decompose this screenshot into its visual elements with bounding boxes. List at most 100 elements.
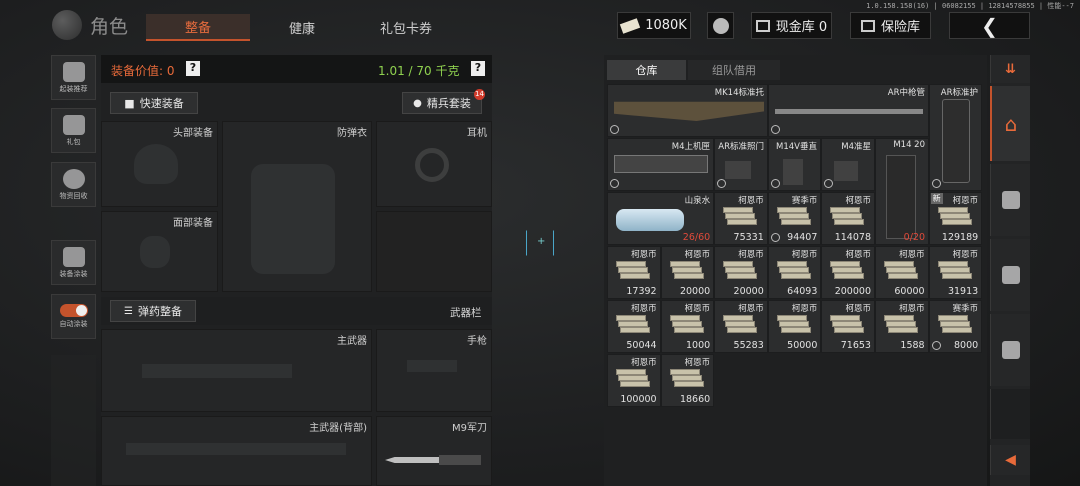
avatar-button[interactable] [707,12,734,39]
box-icon [1001,266,1020,284]
banknote-icon [669,369,706,393]
warehouse-item[interactable]: M14V垂直 [768,138,821,191]
warehouse-item[interactable]: 柯恩币 55283 [714,300,768,353]
face-slot[interactable]: 面部装备 [101,211,218,292]
lock-icon [610,179,619,188]
pistol-slot[interactable]: 手枪 [376,329,492,412]
warehouse-item[interactable]: 柯恩币 114078 [821,192,875,245]
sidebar-gift[interactable]: 礼包 [51,108,96,153]
item-count: 20000 [679,286,711,297]
warehouse-item[interactable]: 柯恩币 75331 [714,192,768,245]
helmet-paint-icon [62,246,85,267]
warehouse-item[interactable]: M4上机匣 [607,138,714,191]
cash-store-button[interactable]: 现金库 0 [751,12,832,39]
warehouse-item[interactable]: 山泉水 26/60 [607,192,715,245]
tab-gift[interactable]: 礼包卡券 [354,14,458,41]
item-count: 8000 [954,340,979,351]
money-display[interactable]: 1080K [617,12,691,39]
helmet-icon [134,144,178,184]
tab-equip[interactable]: 整备 [146,14,250,41]
warehouse-item[interactable]: 柯恩币 129189 新 [928,192,983,245]
banknote-icon [616,369,652,393]
sidebar-label: 物资回收 [59,191,88,200]
warehouse-item[interactable]: 柯恩币 100000 [607,354,661,407]
back-weapon-slot[interactable]: 主武器(背部) [101,416,372,486]
item-count: 100000 [620,394,657,405]
main-weapon-slot[interactable]: 主武器 [101,329,372,412]
warehouse-item[interactable]: 柯恩币 18660 [660,354,715,407]
page-title: 角色 [90,15,129,38]
warehouse-item[interactable]: M4准星 [821,138,875,191]
item-name: 赛季币 [791,196,818,206]
warehouse-item[interactable]: 柯恩币 17392 [607,246,661,299]
slot-label: 手枪 [467,336,487,347]
safe-box-button[interactable]: 保险库 [850,12,931,39]
cash-store-label: 现金库 0 [775,20,828,35]
earphone-slot[interactable]: 耳机 [376,121,492,207]
shield-icon: ● [413,97,422,109]
ammo-button[interactable]: ☰ 弹药整备 [110,300,196,322]
warehouse-item[interactable]: AR标准照门 [714,138,768,191]
gift-icon [62,114,85,135]
item-name: 柯恩币 [684,358,711,368]
weapon-bar-label: 武器栏 [450,307,482,319]
banknote-icon [723,315,759,339]
tab-team-borrow[interactable]: 组队借用 [688,60,780,80]
nav-clothes[interactable] [990,314,1030,386]
warehouse-item[interactable]: 柯恩币 200000 [821,246,875,299]
toggle-switch[interactable] [59,304,88,317]
warehouse-item[interactable]: 柯恩币 64093 [767,246,822,299]
lock-icon [771,179,780,188]
warehouse-item[interactable]: 赛季币 8000 [928,300,983,353]
safe-box-label: 保险库 [880,20,920,35]
avatar-icon [712,17,729,34]
warehouse-item[interactable]: M14 20 0/20 [875,138,929,245]
back-button[interactable]: ❮ [949,12,1030,39]
sidebar-recycle[interactable]: 物资回收 [51,162,96,207]
sort-button[interactable]: ⇊ [990,55,1030,83]
tab-warehouse[interactable]: 仓库 [607,60,686,80]
warehouse-item[interactable]: 柯恩币 20000 [660,246,715,299]
slot-label: M9军刀 [452,423,487,434]
knife-slot[interactable]: M9军刀 [376,416,492,486]
collapse-button[interactable]: ◀ [990,445,1030,475]
warehouse-item[interactable]: AR标准护 [929,84,982,191]
help-icon[interactable]: ? [186,61,200,76]
item-name: 柯恩币 [631,250,657,260]
nav-home[interactable]: ⌂ [990,86,1030,161]
warehouse-item[interactable]: MK14标准托 [607,84,768,137]
slot-label: 耳机 [467,128,487,139]
banknote-icon [937,207,974,231]
tab-health[interactable]: 健康 [250,14,354,41]
warehouse-item[interactable]: 柯恩币 50000 [767,300,822,353]
weight-value: 1.01 / 70 千克 [378,64,460,78]
nav-box[interactable] [990,239,1030,311]
warehouse-item[interactable]: 柯恩币 60000 [875,246,929,299]
quick-equip-button[interactable]: ■ 快速装备 [110,92,198,114]
banknote-icon [776,261,813,285]
warehouse-item[interactable]: 柯恩币 71653 [821,300,875,353]
elite-set-button[interactable]: ● 精兵套装 [402,92,482,114]
sidebar-autopaint[interactable]: 自动涂装 [51,294,96,339]
vest-icon [251,164,335,274]
magazine-icon [886,155,916,239]
item-name: M14 20 [893,140,925,150]
nav-bag[interactable] [990,164,1030,236]
warehouse-item[interactable]: AR中枪管 [768,84,929,137]
warehouse-item[interactable]: 柯恩币 1588 [875,300,929,353]
nav-empty [990,389,1030,439]
head-slot[interactable]: 头部装备 [101,121,218,207]
item-name: M4上机匣 [671,142,710,152]
help-icon[interactable]: ? [471,61,485,76]
warehouse-item[interactable]: 赛季币 94407 [767,192,822,245]
warehouse-item[interactable]: 柯恩币 1000 [660,300,715,353]
armor-slot[interactable]: 防弹衣 [222,121,372,292]
elite-badge: 14 [474,89,485,100]
sidebar-paint[interactable]: 装备涂装 [51,240,96,285]
lock-icon [824,179,833,188]
sidebar-recommend[interactable]: 起装推荐 [51,55,96,100]
item-name: AR标准照门 [718,142,764,152]
warehouse-item[interactable]: 柯恩币 50044 [607,300,661,353]
warehouse-item[interactable]: 柯恩币 31913 [928,246,983,299]
warehouse-item[interactable]: 柯恩币 20000 [714,246,768,299]
